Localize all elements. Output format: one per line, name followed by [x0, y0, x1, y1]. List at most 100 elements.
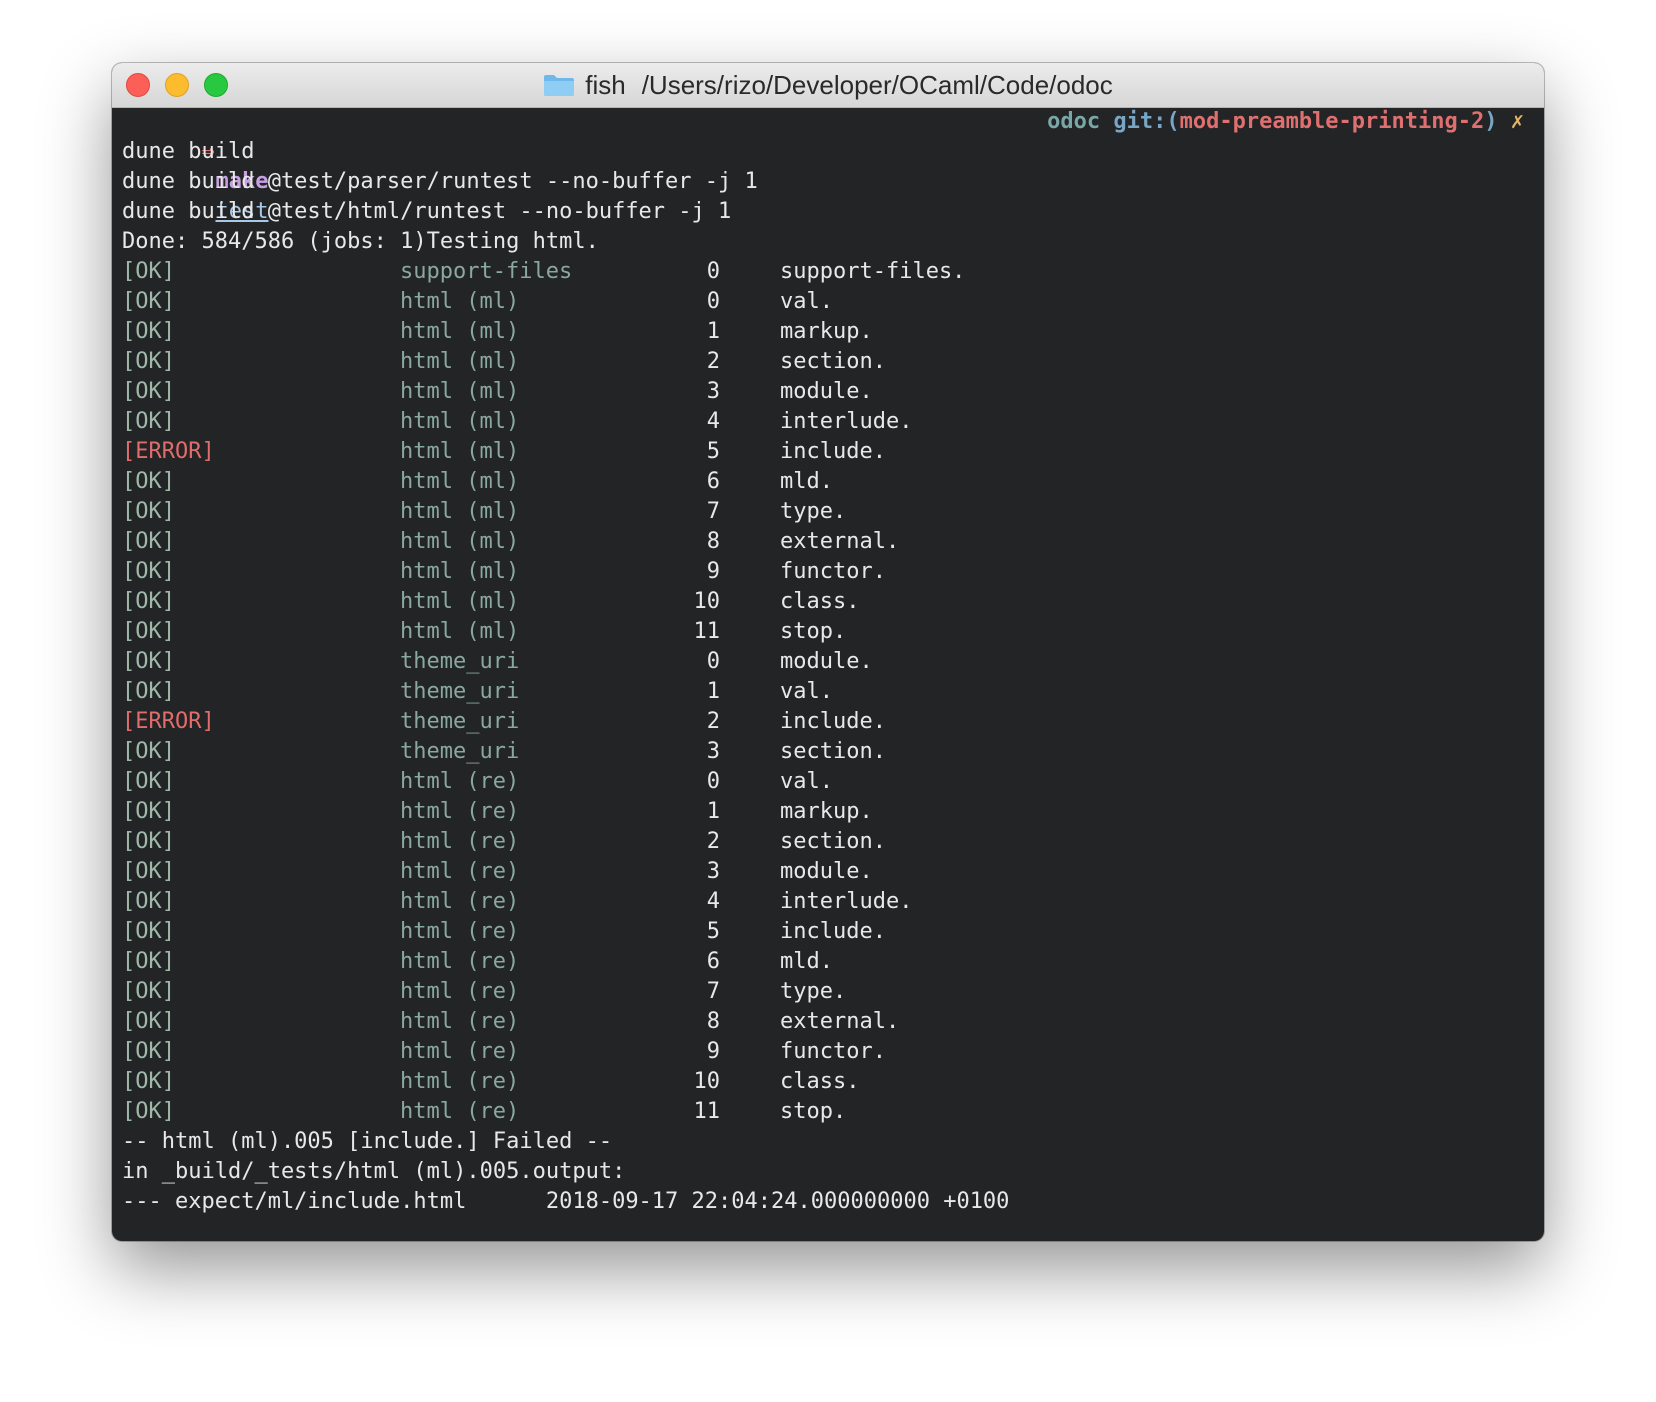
test-result-row: [ERROR] html (ml) 5 include.: [122, 437, 1534, 467]
test-status: [OK]: [122, 769, 175, 794]
test-name: external.: [780, 1009, 900, 1034]
test-suite-name: html (ml): [400, 289, 520, 314]
test-index: 1: [706, 319, 720, 344]
test-status: [OK]: [122, 889, 175, 914]
test-suite-name: theme_uri: [400, 649, 520, 674]
test-name: mld.: [780, 949, 833, 974]
test-result-row: [OK] html (ml) 2 section.: [122, 347, 1534, 377]
right-prompt: odoc git:(mod-preamble-printing-2) ✗: [1047, 107, 1524, 137]
test-name: section.: [780, 739, 886, 764]
test-index: 6: [706, 469, 720, 494]
test-status: [OK]: [122, 739, 175, 764]
test-status: [OK]: [122, 589, 175, 614]
test-suite-name: html (ml): [400, 319, 520, 344]
test-name: functor.: [780, 559, 886, 584]
test-result-row: [OK] support-files 0 support-files.: [122, 257, 1534, 287]
test-index: 0: [706, 769, 720, 794]
test-suite-name: html (re): [400, 889, 520, 914]
test-suite-name: theme_uri: [400, 709, 520, 734]
folder-icon: [543, 73, 575, 97]
test-status: [OK]: [122, 829, 175, 854]
test-name: section.: [780, 349, 886, 374]
output-line: Done: 584/586 (jobs: 1)Testing html.: [122, 229, 599, 254]
test-index: 0: [706, 259, 720, 284]
test-result-row: [OK] html (re) 5 include.: [122, 917, 1534, 947]
test-suite-name: html (re): [400, 859, 520, 884]
test-index: 6: [706, 949, 720, 974]
test-index: 3: [706, 739, 720, 764]
test-index: 8: [706, 529, 720, 554]
test-result-row: [OK] html (re) 0 val.: [122, 767, 1534, 797]
test-result-row: [OK] html (ml) 3 module.: [122, 377, 1534, 407]
test-status: [OK]: [122, 979, 175, 1004]
test-suite-name: html (re): [400, 1009, 520, 1034]
test-suite-name: html (re): [400, 799, 520, 824]
test-result-row: [OK] html (ml) 1 markup.: [122, 317, 1534, 347]
test-status: [OK]: [122, 319, 175, 344]
test-result-row: [OK] html (re) 3 module.: [122, 857, 1534, 887]
title-bar: fish /Users/rizo/Developer/OCaml/Code/od…: [112, 63, 1544, 108]
prompt-line: ⇒ make test odoc git:(mod-preamble-print…: [122, 107, 1534, 224]
output-line: dune build @test/parser/runtest --no-buf…: [122, 169, 758, 194]
test-result-row: [OK] html (ml) 0 val.: [122, 287, 1534, 317]
test-name: mld.: [780, 469, 833, 494]
test-suite-name: html (re): [400, 949, 520, 974]
test-result-row: [OK] html (ml) 6 mld.: [122, 467, 1534, 497]
test-status: [OK]: [122, 1069, 175, 1094]
title-app-name: fish: [585, 69, 626, 100]
test-status: [OK]: [122, 1039, 175, 1064]
test-index: 9: [706, 559, 720, 584]
test-name: val.: [780, 679, 833, 704]
test-name: stop.: [780, 1099, 847, 1124]
test-status: [OK]: [122, 1009, 175, 1034]
test-suite-name: html (ml): [400, 349, 520, 374]
test-status: [OK]: [122, 529, 175, 554]
test-name: include.: [780, 919, 886, 944]
test-index: 2: [706, 349, 720, 374]
test-status: [OK]: [122, 649, 175, 674]
test-index: 3: [706, 859, 720, 884]
test-index: 9: [706, 1039, 720, 1064]
test-name: section.: [780, 829, 886, 854]
output-line: in _build/_tests/html (ml).005.output:: [122, 1159, 626, 1184]
test-index: 2: [706, 829, 720, 854]
test-index: 10: [693, 1069, 721, 1094]
test-suite-name: html (re): [400, 979, 520, 1004]
test-status: [OK]: [122, 409, 175, 434]
test-result-row: [OK] html (ml) 11 stop.: [122, 617, 1534, 647]
test-status: [OK]: [122, 259, 175, 284]
test-index: 4: [706, 889, 720, 914]
test-status: [OK]: [122, 349, 175, 374]
test-index: 0: [706, 289, 720, 314]
window-title: fish /Users/rizo/Developer/OCaml/Code/od…: [112, 63, 1544, 107]
test-name: class.: [780, 1069, 860, 1094]
test-status: [OK]: [122, 289, 175, 314]
test-name: interlude.: [780, 889, 913, 914]
test-result-row: [OK] html (re) 10 class.: [122, 1067, 1534, 1097]
test-suite-name: html (ml): [400, 469, 520, 494]
test-name: val.: [780, 769, 833, 794]
test-result-row: [OK] html (re) 11 stop.: [122, 1097, 1534, 1127]
test-status: [OK]: [122, 379, 175, 404]
test-result-row: [OK] html (re) 7 type.: [122, 977, 1534, 1007]
test-name: stop.: [780, 619, 847, 644]
title-path: /Users/rizo/Developer/OCaml/Code/odoc: [641, 69, 1113, 100]
test-result-row: [OK] html (ml) 8 external.: [122, 527, 1534, 557]
test-name: include.: [780, 439, 886, 464]
test-suite-name: support-files: [400, 259, 573, 284]
test-result-row: [OK] html (ml) 10 class.: [122, 587, 1534, 617]
test-index: 4: [706, 409, 720, 434]
test-status: [ERROR]: [122, 709, 215, 734]
test-result-row: [OK] html (re) 8 external.: [122, 1007, 1534, 1037]
test-index: 10: [693, 589, 721, 614]
test-name: markup.: [780, 799, 873, 824]
test-index: 11: [693, 1099, 721, 1124]
output-line: dune build: [122, 139, 255, 164]
terminal-output[interactable]: ⇒ make test odoc git:(mod-preamble-print…: [122, 107, 1534, 1241]
dirty-mark-icon: ✗: [1510, 109, 1524, 134]
test-name: interlude.: [780, 409, 913, 434]
test-status: [OK]: [122, 859, 175, 884]
test-result-row: [OK] html (re) 9 functor.: [122, 1037, 1534, 1067]
test-index: 5: [706, 919, 720, 944]
test-index: 8: [706, 1009, 720, 1034]
